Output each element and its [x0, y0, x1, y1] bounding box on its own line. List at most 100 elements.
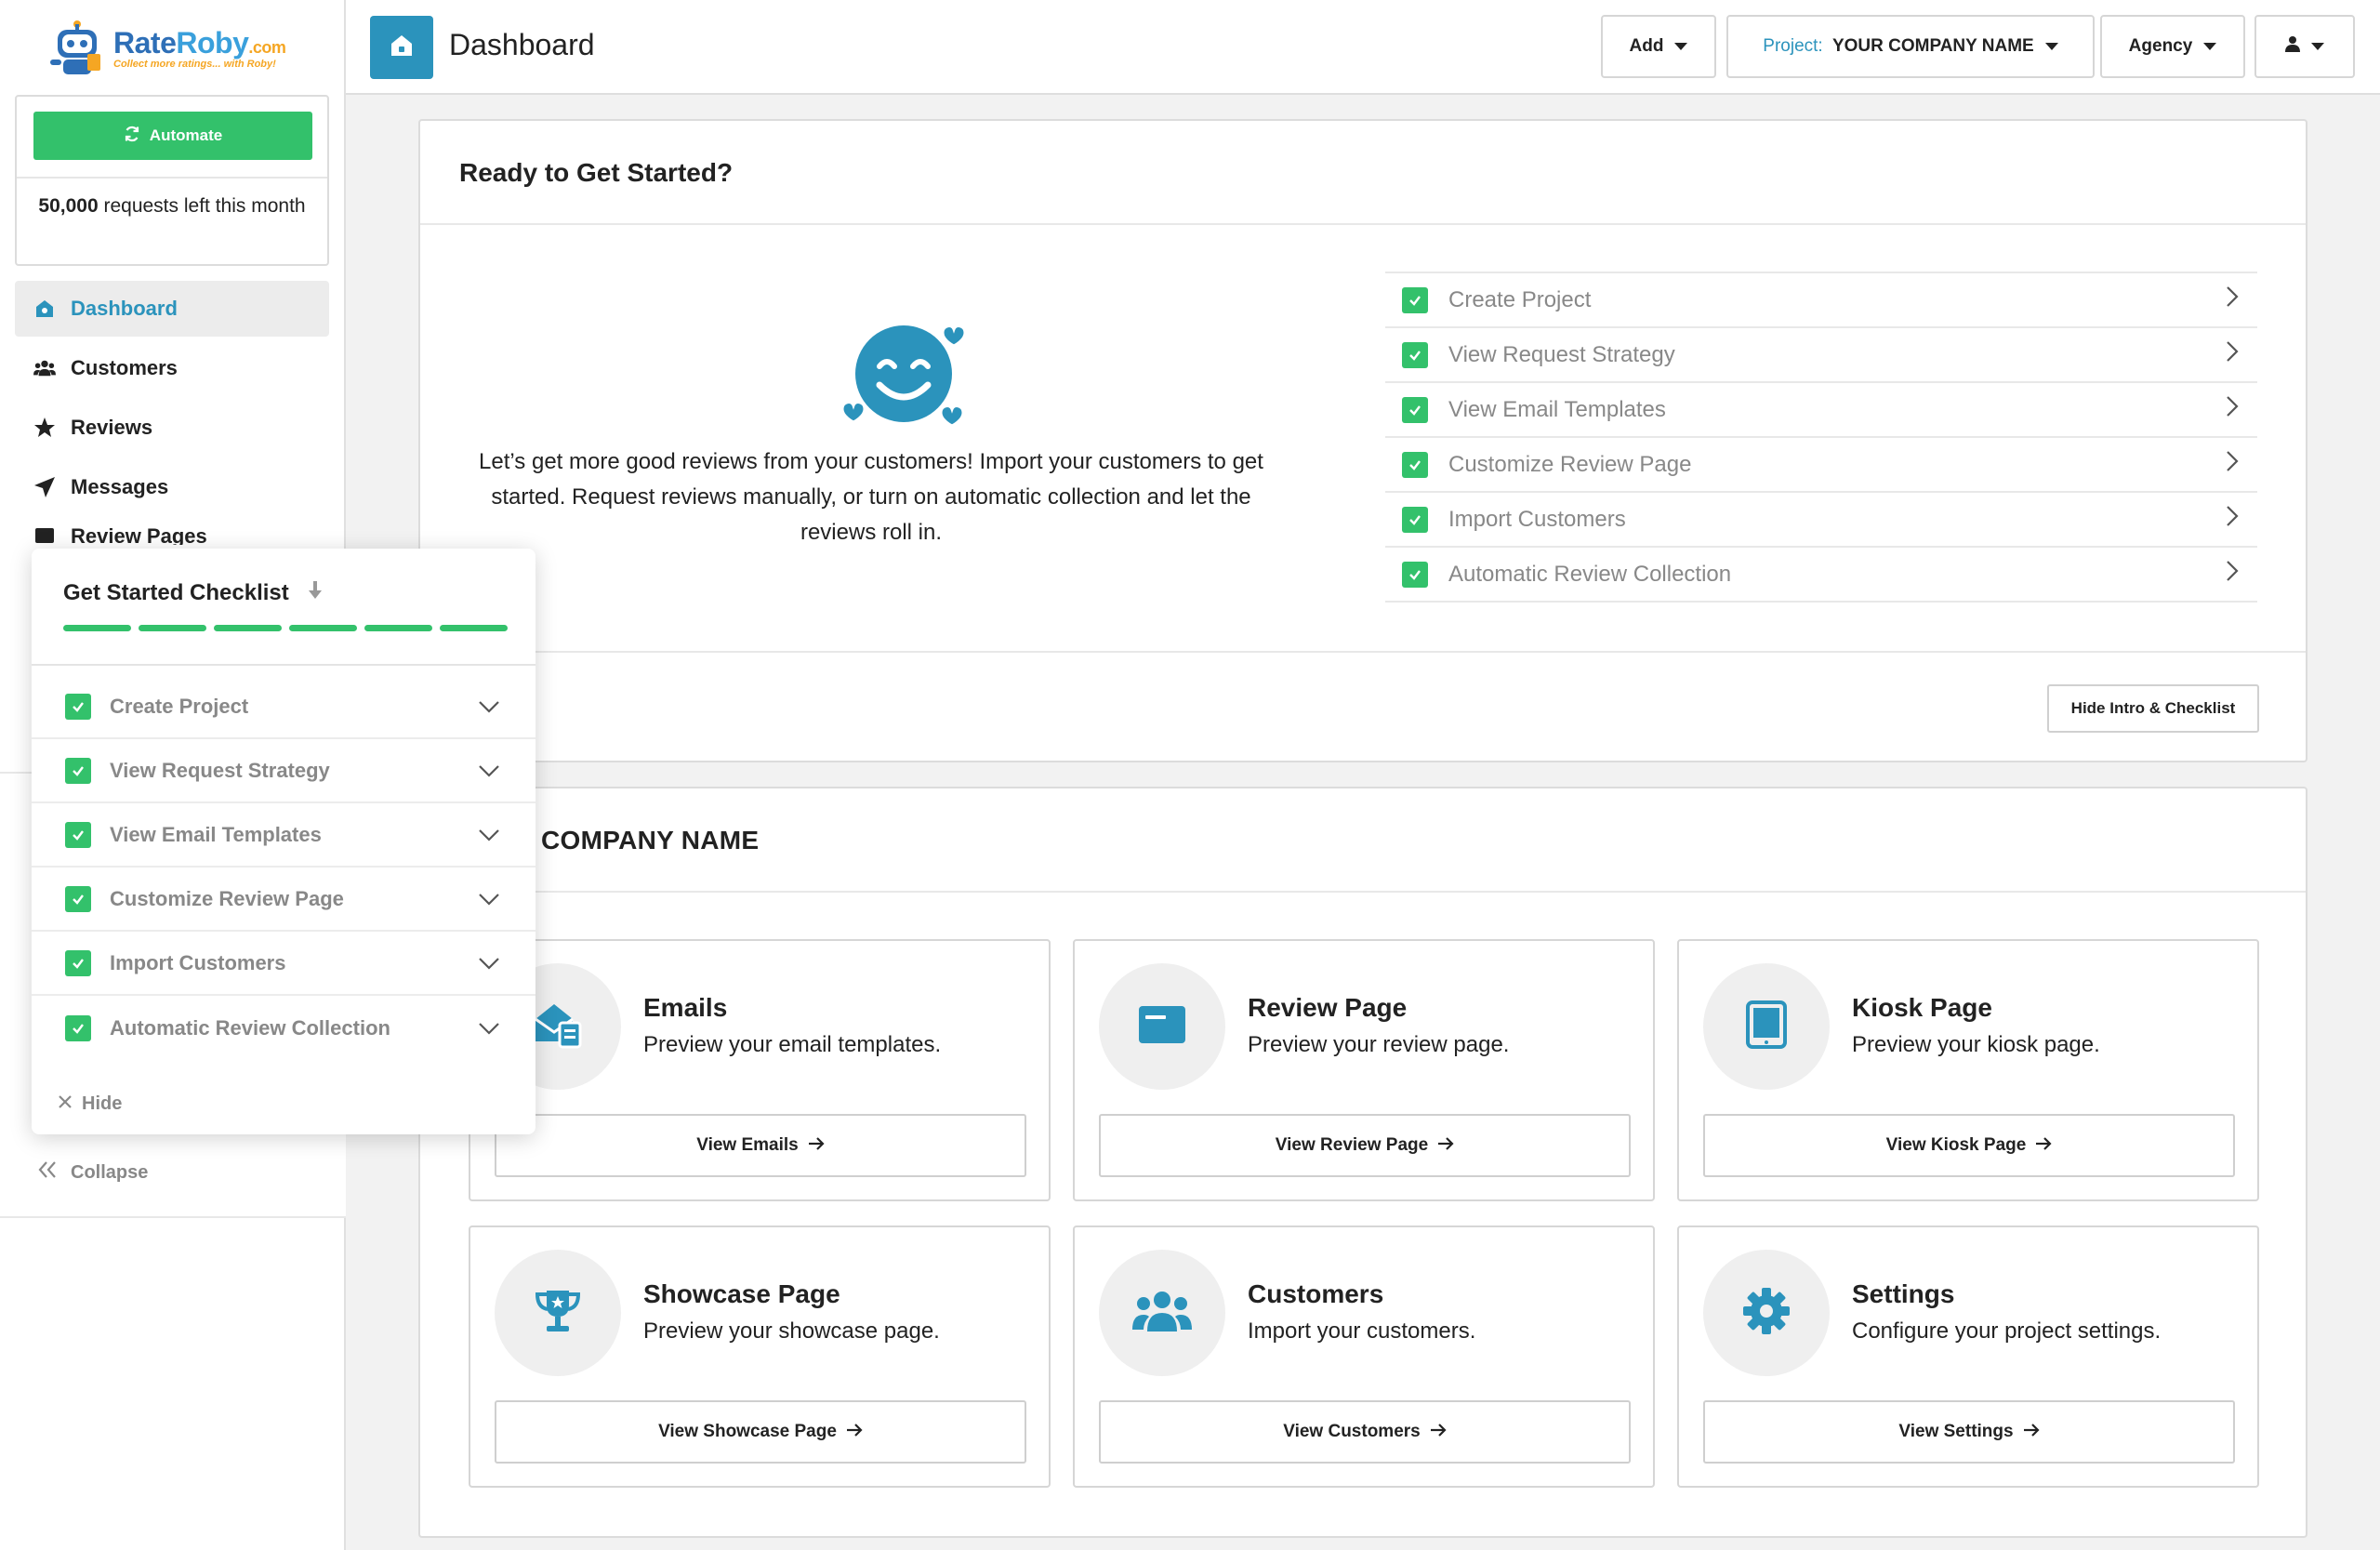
caret-down-icon: [2203, 43, 2217, 50]
feature-description: Import your customers.: [1248, 1318, 1476, 1344]
feature-title: Customers: [1248, 1279, 1384, 1308]
project-name: YOUR COMPANY NAME: [1831, 36, 2034, 56]
users-icon: [33, 357, 56, 379]
feature-title: Review Page: [1248, 993, 1408, 1022]
feature-description: Preview your email templates.: [643, 1032, 942, 1057]
popup-item-label: Create Project: [110, 694, 249, 718]
popup-header[interactable]: Get Started Checklist: [63, 580, 323, 606]
button-label: View Emails: [696, 1135, 799, 1155]
sidebar-item-customers[interactable]: Customers: [15, 340, 329, 396]
robot-mascot-icon: [46, 17, 108, 78]
checklist-item-import-customers[interactable]: Import Customers: [1385, 493, 2257, 548]
sidebar-item-label: Dashboard: [71, 297, 178, 320]
sidebar-item-review-pages[interactable]: Review Pages: [15, 519, 329, 545]
brand-logo[interactable]: RateRoby.com Collect more ratings... wit…: [46, 17, 286, 78]
checkmark-icon: [65, 693, 91, 720]
arrow-right-icon: [1430, 1422, 1447, 1442]
button-label: View Kiosk Page: [1885, 1135, 2027, 1155]
popup-item-label: Import Customers: [110, 950, 286, 974]
hide-label: Hide: [82, 1093, 123, 1114]
checklist-item-view-request-strategy[interactable]: View Request Strategy: [1385, 328, 2257, 383]
arrow-right-icon: [1437, 1135, 1454, 1156]
popup-item-automatic-review-collection[interactable]: Automatic Review Collection: [32, 996, 536, 1060]
popup-item-label: View Email Templates: [110, 822, 322, 846]
automate-panel: Automate 50,000 requests left this month: [15, 95, 329, 266]
chevron-right-icon: [2226, 505, 2239, 534]
checklist-item-automatic-review-collection[interactable]: Automatic Review Collection: [1385, 548, 2257, 603]
browser-window-icon: [1138, 1005, 1186, 1049]
arrow-right-icon: [2023, 1422, 2040, 1442]
feature-title: Kiosk Page: [1852, 993, 1992, 1022]
feature-card-settings: Settings Configure your project settings…: [1677, 1225, 2259, 1488]
checklist-item-label: Automatic Review Collection: [1448, 561, 1732, 587]
project-title: COMPANY NAME: [541, 826, 760, 854]
popup-item-view-email-templates[interactable]: View Email Templates: [32, 803, 536, 868]
view-customers-button[interactable]: View Customers: [1099, 1400, 1631, 1464]
double-chevron-left-icon: [37, 1160, 58, 1185]
feature-card-kiosk-page: Kiosk Page Preview your kiosk page. View…: [1677, 939, 2259, 1201]
view-kiosk-page-button[interactable]: View Kiosk Page: [1703, 1114, 2235, 1177]
checkmark-icon: [1402, 286, 1428, 313]
checklist-item-customize-review-page[interactable]: Customize Review Page: [1385, 438, 2257, 493]
chevron-down-icon: [478, 887, 500, 911]
trophy-icon: [534, 1287, 582, 1340]
add-dropdown[interactable]: Add: [1601, 15, 1716, 78]
feature-title: Showcase Page: [643, 1279, 840, 1308]
intro-card: Ready to Get Started? Let’s get more goo…: [418, 119, 2307, 762]
checkmark-icon: [1402, 561, 1428, 588]
caret-down-icon: [1674, 43, 1688, 50]
view-emails-button[interactable]: View Emails: [495, 1114, 1026, 1177]
checkmark-icon: [65, 821, 91, 848]
sidebar-item-dashboard[interactable]: Dashboard: [15, 281, 329, 337]
checklist-progress-bar: [63, 625, 508, 631]
automate-label: Automate: [149, 126, 223, 144]
arrow-right-icon: [2035, 1135, 2052, 1156]
collapse-button[interactable]: Collapse: [37, 1160, 148, 1185]
agency-dropdown[interactable]: Agency: [2100, 15, 2245, 78]
view-review-page-button[interactable]: View Review Page: [1099, 1114, 1631, 1177]
view-showcase-page-button[interactable]: View Showcase Page: [495, 1400, 1026, 1464]
feature-description: Preview your showcase page.: [643, 1318, 940, 1344]
button-label: View Settings: [1898, 1422, 2014, 1441]
view-settings-button[interactable]: View Settings: [1703, 1400, 2235, 1464]
divider: [32, 664, 536, 666]
sidebar-item-messages[interactable]: Messages: [15, 459, 329, 515]
checklist-item-label: Import Customers: [1448, 506, 1626, 532]
project-dropdown[interactable]: Project: YOUR COMPANY NAME: [1726, 15, 2095, 78]
feature-title: Emails: [643, 993, 728, 1022]
divider: [420, 223, 2306, 225]
brand-name: RateRoby.com: [113, 25, 286, 60]
checkmark-icon: [65, 949, 91, 976]
popup-item-create-project[interactable]: Create Project: [32, 675, 536, 739]
get-started-checklist-popup: Get Started Checklist Create Project Vie…: [32, 549, 536, 1134]
feature-title: Settings: [1852, 1279, 1955, 1308]
gear-icon: [1741, 1286, 1792, 1341]
checkmark-icon: [1402, 506, 1428, 533]
feature-card-showcase-page: Showcase Page Preview your showcase page…: [469, 1225, 1051, 1488]
progress-segment: [63, 625, 131, 631]
automate-button[interactable]: Automate: [33, 112, 312, 160]
popup-item-import-customers[interactable]: Import Customers: [32, 932, 536, 996]
arrow-right-icon: [846, 1422, 863, 1442]
sidebar-item-reviews[interactable]: Reviews: [15, 400, 329, 456]
close-icon: [58, 1093, 73, 1115]
popup-item-label: Automatic Review Collection: [110, 1015, 390, 1040]
divider: [17, 177, 327, 179]
feature-card-emails: Emails Preview your email templates. Vie…: [469, 939, 1051, 1201]
popup-hide-button[interactable]: Hide: [58, 1093, 122, 1115]
user-menu-dropdown[interactable]: [2254, 15, 2355, 78]
home-icon: [33, 298, 56, 320]
chevron-right-icon: [2226, 285, 2239, 314]
popup-item-view-request-strategy[interactable]: View Request Strategy: [32, 739, 536, 803]
tablet-icon: [1746, 1000, 1787, 1053]
add-label: Add: [1629, 36, 1664, 56]
progress-segment: [440, 625, 508, 631]
checklist-item-create-project[interactable]: Create Project: [1385, 273, 2257, 328]
hide-intro-button[interactable]: Hide Intro & Checklist: [2047, 684, 2259, 733]
popup-item-label: View Request Strategy: [110, 758, 330, 782]
envelope-icon: [532, 1000, 584, 1053]
page-title: Dashboard: [449, 28, 595, 61]
popup-item-customize-review-page[interactable]: Customize Review Page: [32, 868, 536, 932]
checklist-item-view-email-templates[interactable]: View Email Templates: [1385, 383, 2257, 438]
intro-checklist: Create Project View Request Strategy Vie…: [1385, 272, 2257, 603]
